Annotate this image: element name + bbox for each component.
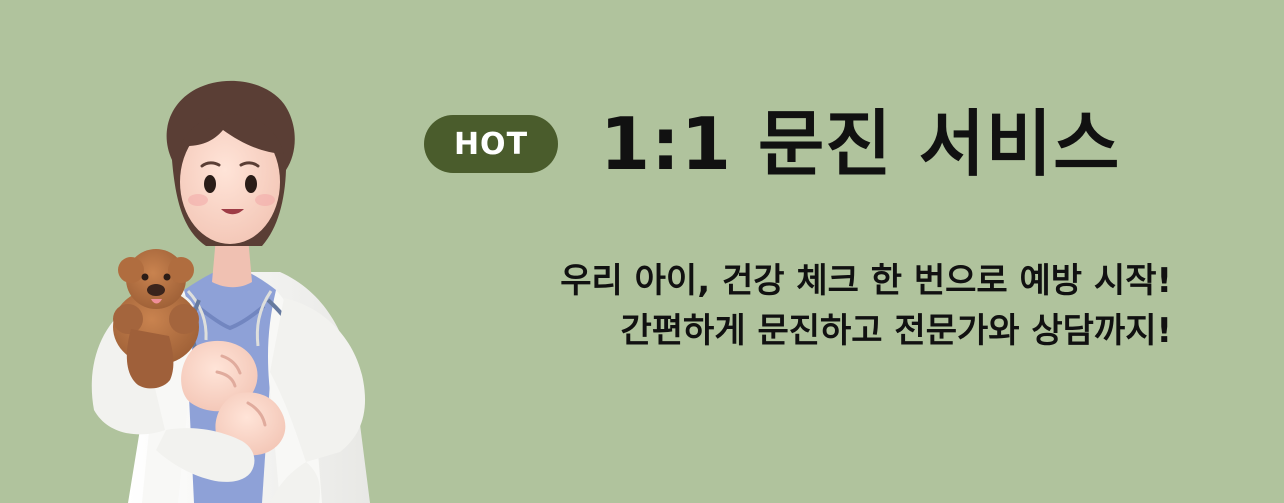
banner-subtitle: 우리 아이, 건강 체크 한 번으로 예방 시작! 간편하게 문진하고 전문가와… bbox=[560, 256, 1172, 356]
headline-row: HOT 1:1 문진 서비스 bbox=[424, 108, 1120, 180]
banner-title: 1:1 문진 서비스 bbox=[600, 102, 1121, 186]
subtitle-line-1: 우리 아이, 건강 체크 한 번으로 예방 시작! bbox=[560, 261, 1172, 301]
veterinarian-holding-dog-icon bbox=[70, 80, 390, 503]
subtitle-line-2: 간편하게 문진하고 전문가와 상담까지! bbox=[620, 311, 1173, 351]
hot-badge: HOT bbox=[424, 115, 558, 173]
promo-banner[interactable]: HOT 1:1 문진 서비스 우리 아이, 건강 체크 한 번으로 예방 시작!… bbox=[0, 0, 1284, 503]
